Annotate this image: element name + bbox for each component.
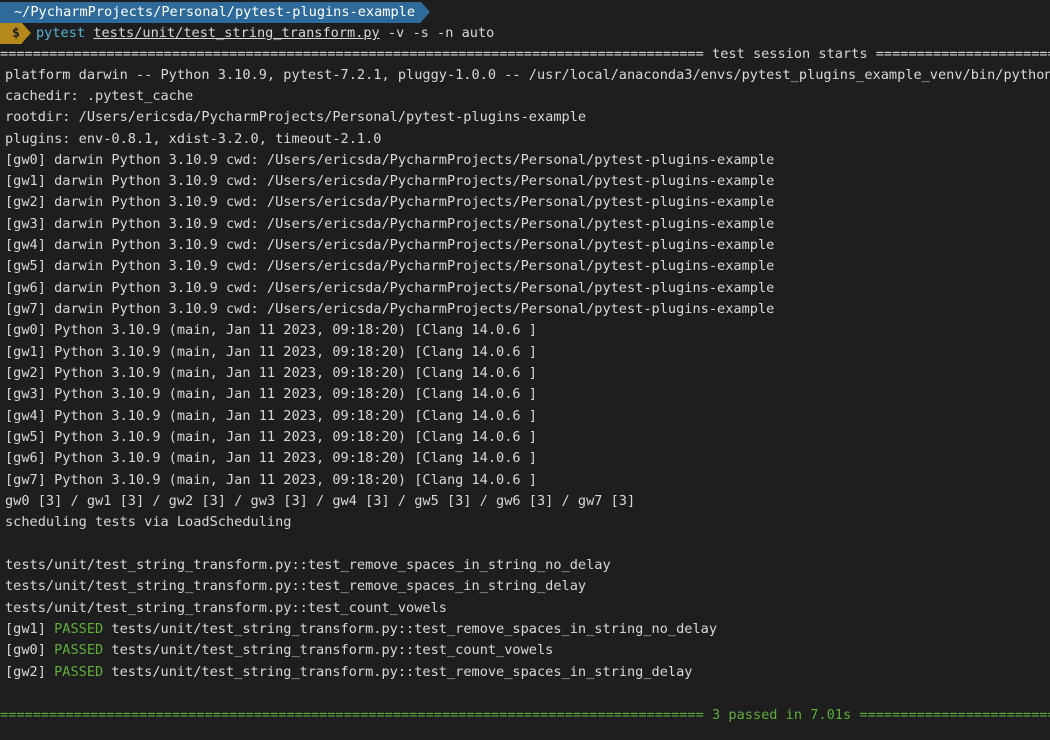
result-test: tests/unit/test_string_transform.py::tes… — [103, 621, 718, 637]
collected-test: tests/unit/test_string_transform.py::tes… — [5, 600, 447, 616]
session-header: ========================================… — [0, 46, 1050, 62]
info-line: rootdir: /Users/ericsda/PycharmProjects/… — [5, 109, 587, 125]
info-line: [gw4] darwin Python 3.10.9 cwd: /Users/e… — [5, 237, 775, 253]
command-line[interactable]: pytest tests/unit/test_string_transform.… — [36, 23, 494, 44]
result-worker: [gw0] — [5, 642, 55, 658]
info-line: [gw7] Python 3.10.9 (main, Jan 11 2023, … — [5, 472, 537, 488]
result-status: PASSED — [54, 621, 104, 637]
info-line: [gw2] Python 3.10.9 (main, Jan 11 2023, … — [5, 365, 537, 381]
result-worker: [gw1] — [5, 621, 55, 637]
result-test: tests/unit/test_string_transform.py::tes… — [103, 642, 554, 658]
result-test: tests/unit/test_string_transform.py::tes… — [103, 664, 693, 680]
result-status: PASSED — [54, 664, 104, 680]
summary-line: ========================================… — [0, 707, 1050, 723]
info-line: [gw0] darwin Python 3.10.9 cwd: /Users/e… — [5, 152, 775, 168]
terminal-window[interactable]: ~/PycharmProjects/Personal/pytest-plugin… — [0, 0, 1050, 740]
info-line: [gw2] darwin Python 3.10.9 cwd: /Users/e… — [5, 194, 775, 210]
info-line: cachedir: .pytest_cache — [5, 88, 194, 104]
info-line: [gw5] darwin Python 3.10.9 cwd: /Users/e… — [5, 258, 775, 274]
info-line: [gw1] Python 3.10.9 (main, Jan 11 2023, … — [5, 344, 537, 360]
info-line: [gw0] Python 3.10.9 (main, Jan 11 2023, … — [5, 322, 537, 338]
result-line: [gw1] PASSED tests/unit/test_string_tran… — [5, 619, 717, 640]
info-line: [gw4] Python 3.10.9 (main, Jan 11 2023, … — [5, 408, 537, 424]
info-line: [gw1] darwin Python 3.10.9 cwd: /Users/e… — [5, 173, 775, 189]
info-line: plugins: env-0.8.1, xdist-3.2.0, timeout… — [5, 131, 382, 147]
command-program: pytest — [36, 25, 86, 41]
prompt-path: ~/PycharmProjects/Personal/pytest-plugin… — [0, 2, 422, 23]
prompt-sign-arrow-icon — [22, 23, 31, 43]
prompt-sign: $ — [0, 23, 22, 44]
prompt-path-arrow-icon — [421, 2, 430, 22]
info-line: [gw6] Python 3.10.9 (main, Jan 11 2023, … — [5, 450, 537, 466]
result-line: [gw0] PASSED tests/unit/test_string_tran… — [5, 640, 553, 661]
info-line: gw0 [3] / gw1 [3] / gw2 [3] / gw3 [3] / … — [5, 493, 636, 509]
result-status: PASSED — [54, 642, 104, 658]
command-args: -v -s -n auto — [379, 25, 495, 41]
info-line: [gw3] Python 3.10.9 (main, Jan 11 2023, … — [5, 386, 537, 402]
info-line: scheduling tests via LoadScheduling — [5, 514, 292, 530]
collected-test: tests/unit/test_string_transform.py::tes… — [5, 557, 611, 573]
info-line: [gw3] darwin Python 3.10.9 cwd: /Users/e… — [5, 216, 775, 232]
info-line: platform darwin -- Python 3.10.9, pytest… — [5, 67, 1050, 83]
info-line: [gw6] darwin Python 3.10.9 cwd: /Users/e… — [5, 280, 775, 296]
info-line: [gw5] Python 3.10.9 (main, Jan 11 2023, … — [5, 429, 537, 445]
result-worker: [gw2] — [5, 664, 55, 680]
info-line: [gw7] darwin Python 3.10.9 cwd: /Users/e… — [5, 301, 775, 317]
collected-test: tests/unit/test_string_transform.py::tes… — [5, 578, 587, 594]
command-target: tests/unit/test_string_transform.py — [93, 25, 380, 41]
result-line: [gw2] PASSED tests/unit/test_string_tran… — [5, 662, 692, 683]
